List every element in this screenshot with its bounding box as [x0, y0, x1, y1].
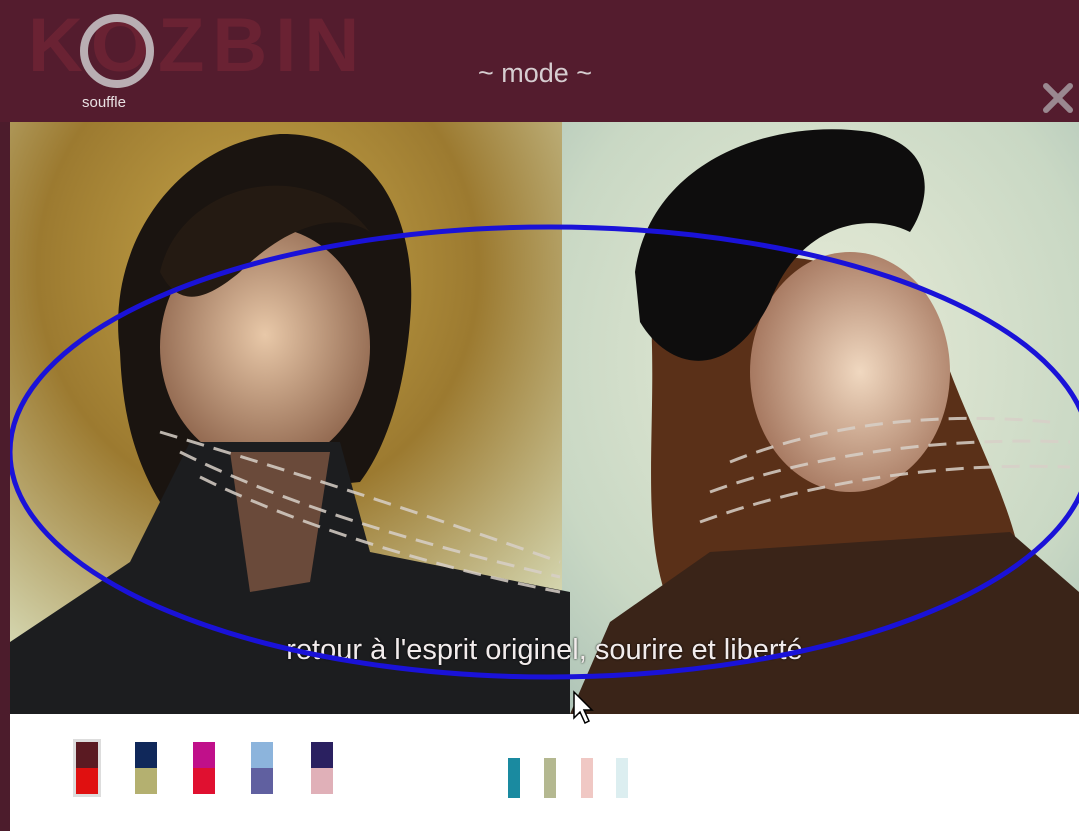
tone-swatch[interactable] — [544, 758, 556, 798]
logo-label: souffle — [82, 94, 126, 111]
outfit-swatch[interactable] — [193, 742, 215, 794]
outfit-swatch[interactable] — [311, 742, 333, 794]
outfit-swatch[interactable] — [251, 742, 273, 794]
photo-panel: retour à l'esprit originel, sourire et l… — [10, 122, 1079, 714]
close-icon[interactable] — [1038, 78, 1078, 118]
section-title: ~ mode ~ — [477, 58, 593, 88]
swatch-bar — [10, 714, 1079, 831]
brand-wordmark: KOZBIN — [28, 3, 368, 88]
photo-illustration — [10, 122, 1079, 714]
outfit-swatch[interactable] — [73, 739, 101, 797]
outfit-swatch[interactable] — [135, 742, 157, 794]
tone-swatch[interactable] — [508, 758, 520, 798]
tone-swatch[interactable] — [581, 758, 593, 798]
logo-ring-icon[interactable] — [80, 14, 154, 88]
photo-caption: retour à l'esprit originel, sourire et l… — [286, 634, 803, 666]
tone-swatch[interactable] — [616, 758, 628, 798]
header-bar: KOZBIN souffle ~ mode ~ — [0, 0, 1079, 122]
